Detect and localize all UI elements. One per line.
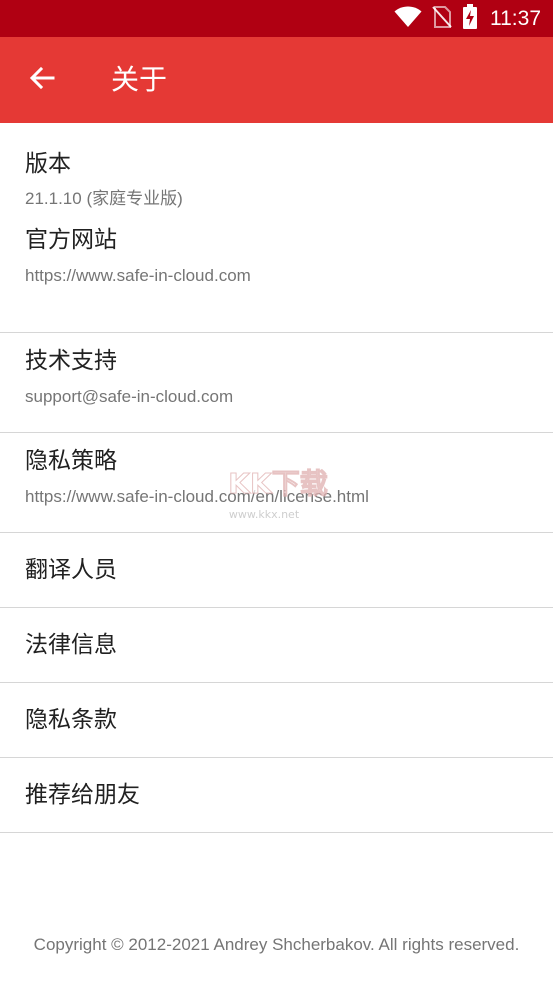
item-title: 隐私策略 bbox=[25, 448, 117, 474]
list-item-recommend[interactable]: 推荐给朋友 bbox=[0, 758, 553, 833]
list-item-support[interactable]: 技术支持 support@safe-in-cloud.com bbox=[0, 333, 553, 433]
app-bar: 关于 bbox=[0, 37, 553, 123]
page-title: 关于 bbox=[111, 63, 168, 96]
item-title: 法律信息 bbox=[25, 632, 117, 658]
copyright-text: Copyright © 2012-2021 Andrey Shcherbakov… bbox=[33, 935, 520, 954]
item-title: 推荐给朋友 bbox=[25, 782, 140, 808]
status-bar: 11:37 bbox=[0, 0, 553, 37]
no-sim-icon bbox=[432, 5, 452, 33]
item-title: 技术支持 bbox=[25, 348, 117, 374]
arrow-left-icon bbox=[29, 66, 55, 94]
status-icons: 11:37 bbox=[394, 0, 541, 37]
item-title: 翻译人员 bbox=[25, 557, 117, 583]
wifi-icon bbox=[394, 6, 422, 32]
item-title: 隐私条款 bbox=[25, 707, 117, 733]
list-item-website[interactable]: 官方网站 https://www.safe-in-cloud.com bbox=[0, 223, 553, 333]
item-title: 官方网站 bbox=[25, 227, 117, 253]
list-item-translators[interactable]: 翻译人员 bbox=[0, 533, 553, 608]
item-subtitle: https://www.safe-in-cloud.com bbox=[25, 266, 251, 285]
item-title: 版本 bbox=[25, 151, 71, 177]
status-time: 11:37 bbox=[490, 6, 541, 30]
back-button[interactable] bbox=[20, 58, 64, 102]
list-item-privacy-policy[interactable]: 隐私策略 https://www.safe-in-cloud.com/en/li… bbox=[0, 433, 553, 533]
battery-charging-icon bbox=[462, 3, 478, 34]
list-item-privacy-terms[interactable]: 隐私条款 bbox=[0, 683, 553, 758]
list-item-legal-info[interactable]: 法律信息 bbox=[0, 608, 553, 683]
item-subtitle: https://www.safe-in-cloud.com/en/license… bbox=[25, 487, 369, 506]
list-item-version[interactable]: 版本 21.1.10 (家庭专业版) bbox=[0, 123, 553, 223]
item-subtitle: support@safe-in-cloud.com bbox=[25, 387, 234, 406]
about-list: 版本 21.1.10 (家庭专业版) 官方网站 https://www.safe… bbox=[0, 123, 553, 833]
item-subtitle: 21.1.10 (家庭专业版) bbox=[25, 189, 183, 208]
